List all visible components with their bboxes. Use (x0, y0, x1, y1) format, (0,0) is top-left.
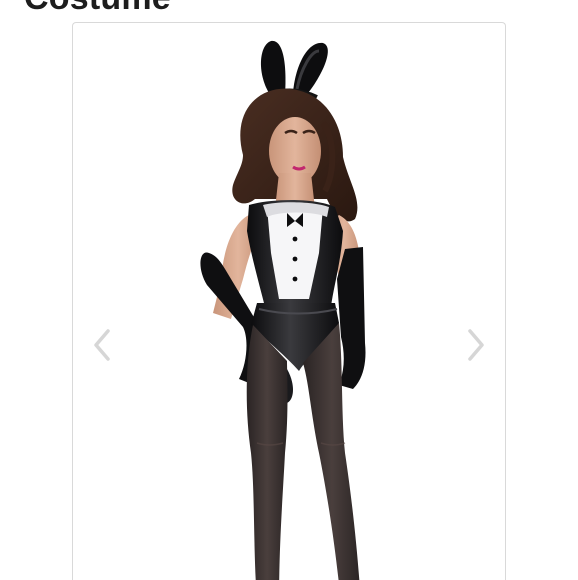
corset (247, 200, 343, 307)
chevron-right-icon[interactable] (462, 325, 490, 365)
product-page: Costume (0, 0, 578, 580)
chevron-left-icon[interactable] (88, 325, 116, 365)
product-title: Costume (24, 0, 171, 16)
product-image[interactable] (73, 23, 505, 580)
image-gallery[interactable] (72, 22, 506, 580)
